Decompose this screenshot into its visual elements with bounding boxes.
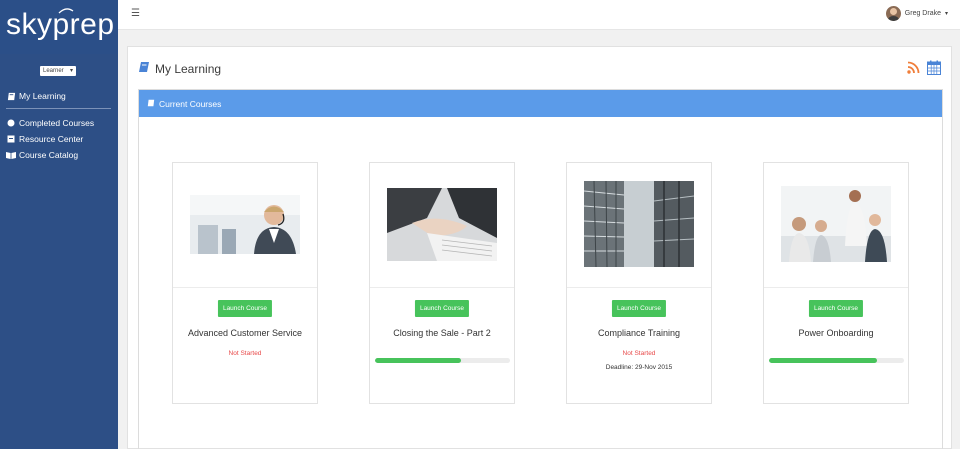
- course-thumbnail-area: [764, 163, 908, 288]
- sidebar-item-course-catalog[interactable]: Course Catalog: [6, 148, 78, 162]
- course-progress-fill: [375, 358, 462, 363]
- current-courses-section: Current Courses Launch Course Advanced C…: [138, 89, 943, 449]
- sidebar-item-my-learning[interactable]: My Learning: [6, 89, 66, 103]
- course-status: Not Started: [622, 350, 656, 357]
- role-select-value: Learner: [43, 68, 64, 74]
- sidebar-divider: [6, 108, 111, 109]
- sidebar-item-label: Resource Center: [19, 134, 84, 144]
- sidebar: skyprep Learner ▾ My Learning Completed …: [0, 0, 118, 449]
- launch-course-button[interactable]: Launch Course: [414, 300, 470, 317]
- main-panel: My Learning Current Courses Launch Cours…: [127, 46, 952, 449]
- course-thumbnail-image[interactable]: [781, 186, 891, 262]
- course-title[interactable]: Power Onboarding: [764, 328, 908, 338]
- course-deadline: Deadline: 29-Nov 2015: [605, 364, 673, 371]
- book-icon: [147, 99, 155, 109]
- course-card: Launch Course Advanced Customer Service …: [172, 162, 318, 404]
- launch-course-button[interactable]: Launch Course: [611, 300, 667, 317]
- course-title[interactable]: Closing the Sale - Part 2: [370, 328, 514, 338]
- course-progress-fill: [769, 358, 877, 363]
- topbar: ☰ Greg Drake ▾: [118, 0, 960, 30]
- menu-toggle-icon[interactable]: ☰: [131, 8, 140, 19]
- user-name: Greg Drake: [904, 10, 941, 17]
- course-progress-bar: [769, 358, 904, 363]
- rss-icon[interactable]: [907, 61, 920, 74]
- section-title: Current Courses: [159, 98, 222, 109]
- course-progress-bar: [375, 358, 510, 363]
- sidebar-item-label: Course Catalog: [19, 150, 79, 160]
- course-status: Not Started: [228, 350, 262, 357]
- sidebar-item-resource-center[interactable]: Resource Center: [6, 132, 83, 146]
- section-header: Current Courses: [139, 90, 942, 117]
- page-title: My Learning: [138, 61, 221, 76]
- course-title[interactable]: Advanced Customer Service: [173, 328, 317, 338]
- course-thumbnail-image[interactable]: [387, 188, 497, 261]
- course-thumbnail-image[interactable]: [190, 195, 300, 254]
- page-title-text: My Learning: [155, 61, 222, 76]
- avatar: [885, 6, 901, 21]
- course-thumbnail-area: [567, 163, 711, 288]
- course-thumbnail-area: [370, 163, 514, 288]
- logo-swoosh-icon: [58, 8, 74, 14]
- course-title[interactable]: Compliance Training: [567, 328, 711, 338]
- sidebar-item-completed-courses[interactable]: Completed Courses: [6, 116, 94, 130]
- calendar-icon[interactable]: [927, 60, 941, 75]
- user-menu[interactable]: Greg Drake ▾: [885, 6, 948, 21]
- sidebar-item-label: My Learning: [19, 91, 66, 101]
- role-select[interactable]: Learner ▾: [40, 66, 76, 76]
- launch-course-button[interactable]: Launch Course: [217, 300, 273, 317]
- book-icon: [6, 91, 16, 101]
- circle-icon: [6, 118, 16, 128]
- book-icon: [138, 61, 150, 76]
- chevron-down-icon: ▾: [944, 11, 948, 17]
- course-thumbnail-area: [173, 163, 317, 288]
- open-book-icon: [6, 150, 16, 160]
- launch-course-button[interactable]: Launch Course: [808, 300, 864, 317]
- chevron-down-icon: ▾: [69, 68, 73, 74]
- logo-area: skyprep: [0, 0, 118, 54]
- course-card: Launch Course Closing the Sale - Part 2: [369, 162, 515, 404]
- archive-icon: [6, 134, 16, 144]
- course-card: Launch Course Power Onboarding: [763, 162, 909, 404]
- course-card: Launch Course Compliance Training Not St…: [566, 162, 712, 404]
- sidebar-item-label: Completed Courses: [19, 118, 95, 128]
- course-thumbnail-image[interactable]: [584, 181, 694, 267]
